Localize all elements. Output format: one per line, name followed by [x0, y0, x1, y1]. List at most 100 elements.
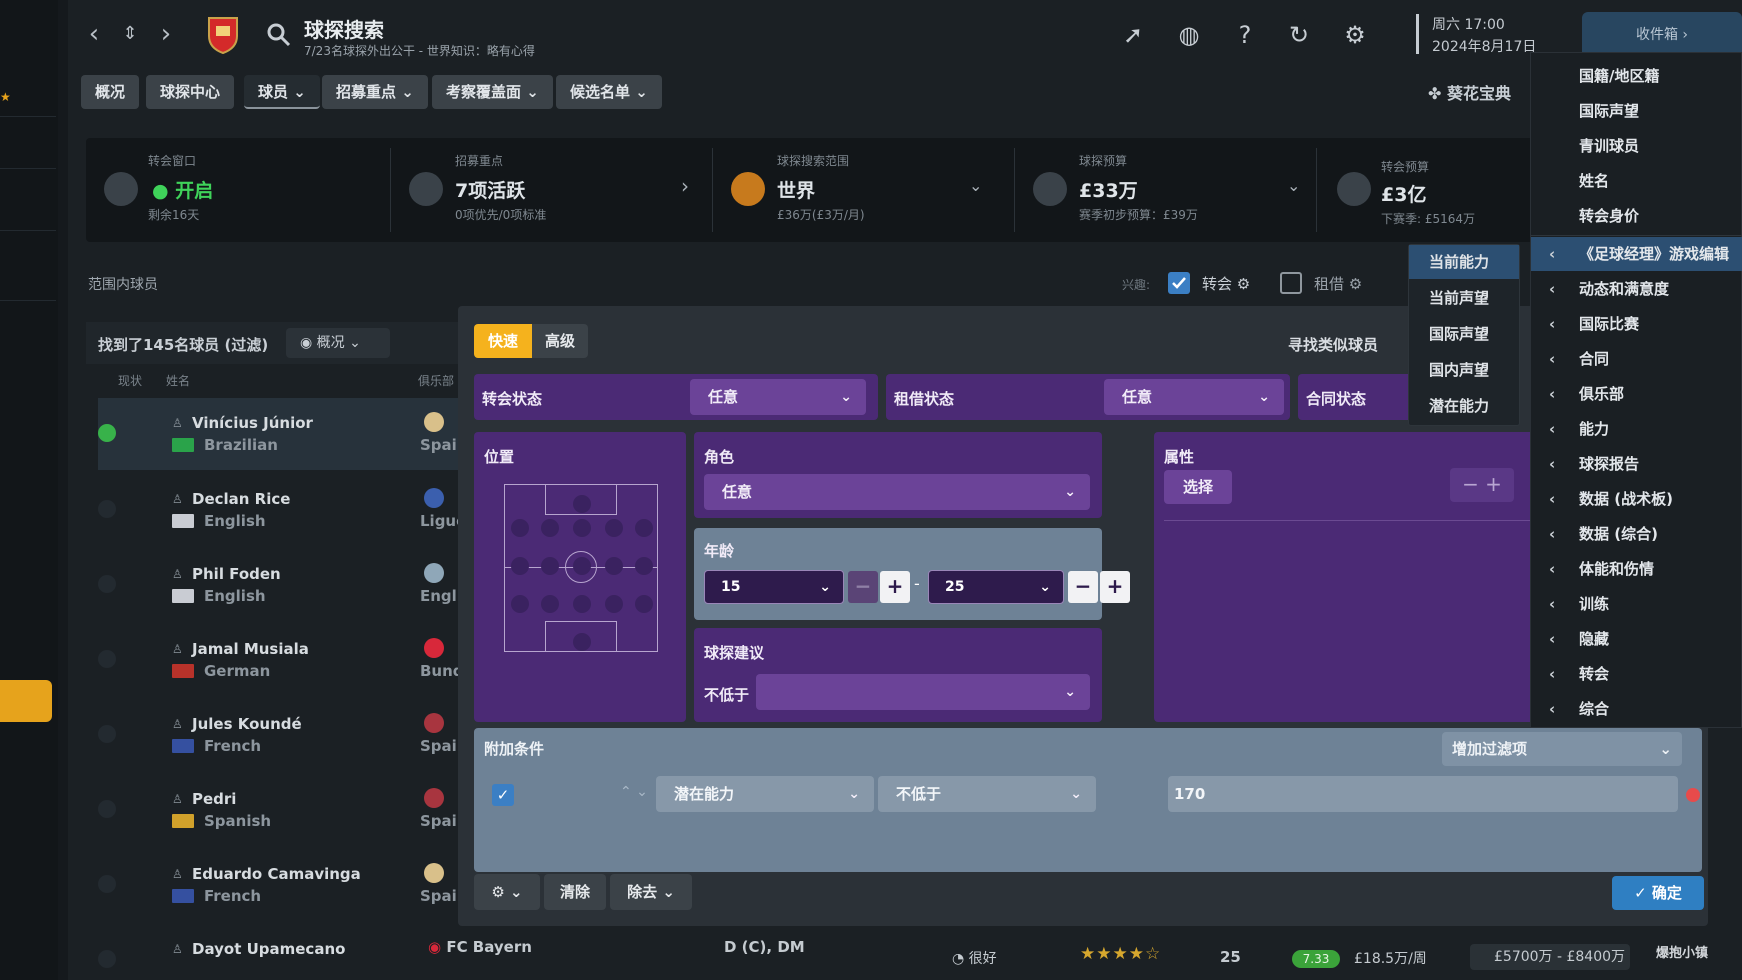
position-dot[interactable]: [573, 633, 591, 651]
remove-dropdown[interactable]: 除去 ⌄: [610, 874, 692, 910]
settings-dropdown[interactable]: ⚙ ⌄: [474, 874, 540, 910]
up-down-icon[interactable]: ⇕: [116, 16, 144, 52]
submenu-item[interactable]: ‹ 数据 (综合): [1531, 517, 1742, 551]
move-up-down-icon[interactable]: ⌃ ⌄: [620, 784, 648, 800]
age-max-dropdown[interactable]: 25 ⌄: [928, 570, 1064, 604]
submenu-item[interactable]: ‹ 数据 (战术板): [1531, 482, 1742, 516]
menu-item[interactable]: 国籍/地区籍: [1531, 59, 1742, 93]
menu-item[interactable]: 国际声望: [1531, 94, 1742, 128]
guide-link[interactable]: ✤ 葵花宝典: [1428, 80, 1511, 104]
help-icon[interactable]: ?: [1228, 18, 1262, 52]
submenu-item[interactable]: ‹ 转会: [1531, 657, 1742, 691]
menu-item[interactable]: 当前声望: [1409, 281, 1519, 315]
player-name[interactable]: Jules Koundé: [192, 715, 302, 733]
table-row[interactable]: ♙ Pedri Spanish Spain: [98, 774, 467, 846]
gear-icon[interactable]: ⚙: [1237, 275, 1250, 293]
submenu-item[interactable]: ‹ 动态和满意度: [1531, 272, 1742, 306]
remove-condition-icon[interactable]: [1686, 788, 1700, 802]
transfer-checkbox[interactable]: [1168, 272, 1190, 294]
scout-recommendation-dropdown[interactable]: ⌄: [756, 674, 1090, 710]
submenu-item[interactable]: ‹ 合同: [1531, 342, 1742, 376]
submenu-item[interactable]: ‹ 球探报告: [1531, 447, 1742, 481]
position-dot[interactable]: [573, 519, 591, 537]
tab-advanced[interactable]: 高级: [532, 324, 588, 358]
submenu-item[interactable]: ‹ 《足球经理》游戏编辑: [1531, 237, 1742, 271]
submenu-item[interactable]: ‹ 综合: [1531, 692, 1742, 726]
menu-item[interactable]: 国际声望: [1409, 317, 1519, 351]
tab-coverage[interactable]: 考察覆盖面 ⌄: [432, 75, 553, 109]
position-dot[interactable]: [573, 557, 591, 575]
menu-item[interactable]: 转会身价: [1531, 199, 1742, 233]
table-row[interactable]: ♙ Declan Rice English Ligue: [98, 474, 466, 546]
tab-players[interactable]: 球员 ⌄: [244, 75, 320, 109]
forward-icon[interactable]: ›: [152, 16, 180, 52]
col-status[interactable]: 现状: [118, 372, 142, 389]
tab-overview[interactable]: 概况: [81, 75, 140, 109]
position-dot[interactable]: [605, 595, 623, 613]
condition-checkbox[interactable]: ✓: [492, 784, 514, 806]
submenu-item[interactable]: ‹ 能力: [1531, 412, 1742, 446]
transfer-status-dropdown[interactable]: 任意 ⌄: [690, 379, 866, 415]
player-name[interactable]: Eduardo Camavinga: [192, 865, 361, 883]
table-row[interactable]: ♙ Eduardo Camavinga French Spain: [98, 849, 467, 921]
player-name[interactable]: Phil Foden: [192, 565, 281, 583]
tab-recruitment-focus[interactable]: 招募重点 ⌄: [322, 75, 428, 109]
condition-value-input[interactable]: 170: [1168, 776, 1678, 812]
position-dot[interactable]: [573, 595, 591, 613]
gear-icon[interactable]: ⚙: [1338, 18, 1372, 52]
position-dot[interactable]: [511, 519, 529, 537]
player-name[interactable]: Vinícius Júnior: [192, 414, 313, 432]
col-club[interactable]: 俱乐部: [418, 372, 454, 389]
condition-field-dropdown[interactable]: 潜在能力 ⌄: [656, 776, 874, 812]
recruitment-focus-cell[interactable]: 招募重点 7项活跃 0项优先/0项标准 ›: [391, 138, 711, 242]
submenu-item[interactable]: ‹ 训练: [1531, 587, 1742, 621]
table-row[interactable]: ♙ Dayot Upamecano: [98, 924, 466, 980]
position-dot[interactable]: [541, 595, 559, 613]
club-crest-icon[interactable]: [206, 14, 240, 54]
position-dot[interactable]: [605, 557, 623, 575]
position-dot[interactable]: [635, 595, 653, 613]
col-name[interactable]: 姓名: [166, 372, 190, 389]
sidebar-active-item[interactable]: [0, 680, 52, 722]
position-dot[interactable]: [635, 557, 653, 575]
tab-quick[interactable]: 快速: [474, 324, 532, 358]
table-row[interactable]: ♙ Vinícius Júnior Brazilian Spain: [98, 398, 467, 470]
menu-item[interactable]: 青训球员: [1531, 129, 1742, 163]
tab-scouting-center[interactable]: 球探中心: [146, 75, 235, 109]
find-similar-label[interactable]: 寻找类似球员: [1288, 334, 1378, 355]
view-dropdown[interactable]: ◉ 概况 ⌄: [286, 328, 390, 358]
menu-item[interactable]: 当前能力: [1409, 245, 1519, 279]
back-icon[interactable]: ‹: [80, 16, 108, 52]
menu-item[interactable]: 潜在能力: [1409, 389, 1519, 423]
position-dot[interactable]: [541, 519, 559, 537]
position-dot[interactable]: [635, 519, 653, 537]
submenu-item[interactable]: ‹ 体能和伤情: [1531, 552, 1742, 586]
table-row[interactable]: ♙ Phil Foden English Engli: [98, 549, 466, 621]
role-dropdown[interactable]: 任意 ⌄: [704, 474, 1090, 510]
table-row[interactable]: ♙ Jules Koundé French Spain: [98, 699, 467, 771]
refresh-icon[interactable]: ↻: [1282, 18, 1316, 52]
age-min-dropdown[interactable]: 15 ⌄: [704, 570, 844, 604]
attribute-select-button[interactable]: 选择: [1164, 470, 1232, 504]
gear-icon[interactable]: ⚙: [1349, 275, 1362, 293]
confirm-button[interactable]: ✓ 确定: [1612, 876, 1704, 910]
submenu-item[interactable]: ‹ 国际比赛: [1531, 307, 1742, 341]
position-dot[interactable]: [605, 519, 623, 537]
scouting-range-cell[interactable]: 球探搜索范围 世界 £36万(£3万/月) ⌄: [713, 138, 1013, 242]
player-name[interactable]: Dayot Upamecano: [192, 940, 345, 958]
position-dot[interactable]: [541, 557, 559, 575]
player-name[interactable]: Jamal Musiala: [192, 640, 309, 658]
globe-icon[interactable]: ◍: [1172, 18, 1206, 52]
menu-item[interactable]: 国内声望: [1409, 353, 1519, 387]
rocket-icon[interactable]: ➚: [1116, 18, 1150, 52]
loan-checkbox[interactable]: [1280, 272, 1302, 294]
clear-button[interactable]: 清除: [544, 874, 606, 910]
age-max-decrement[interactable]: −: [1068, 571, 1098, 603]
condition-operator-dropdown[interactable]: 不低于 ⌄: [878, 776, 1096, 812]
table-row[interactable]: ♙ Jamal Musiala German Bund: [98, 624, 466, 696]
loan-status-dropdown[interactable]: 任意 ⌄: [1104, 379, 1284, 415]
submenu-item[interactable]: ‹ 隐藏: [1531, 622, 1742, 656]
attribute-stepper[interactable]: − +: [1450, 468, 1514, 502]
player-name[interactable]: Pedri: [192, 790, 236, 808]
age-min-decrement[interactable]: −: [848, 571, 878, 603]
